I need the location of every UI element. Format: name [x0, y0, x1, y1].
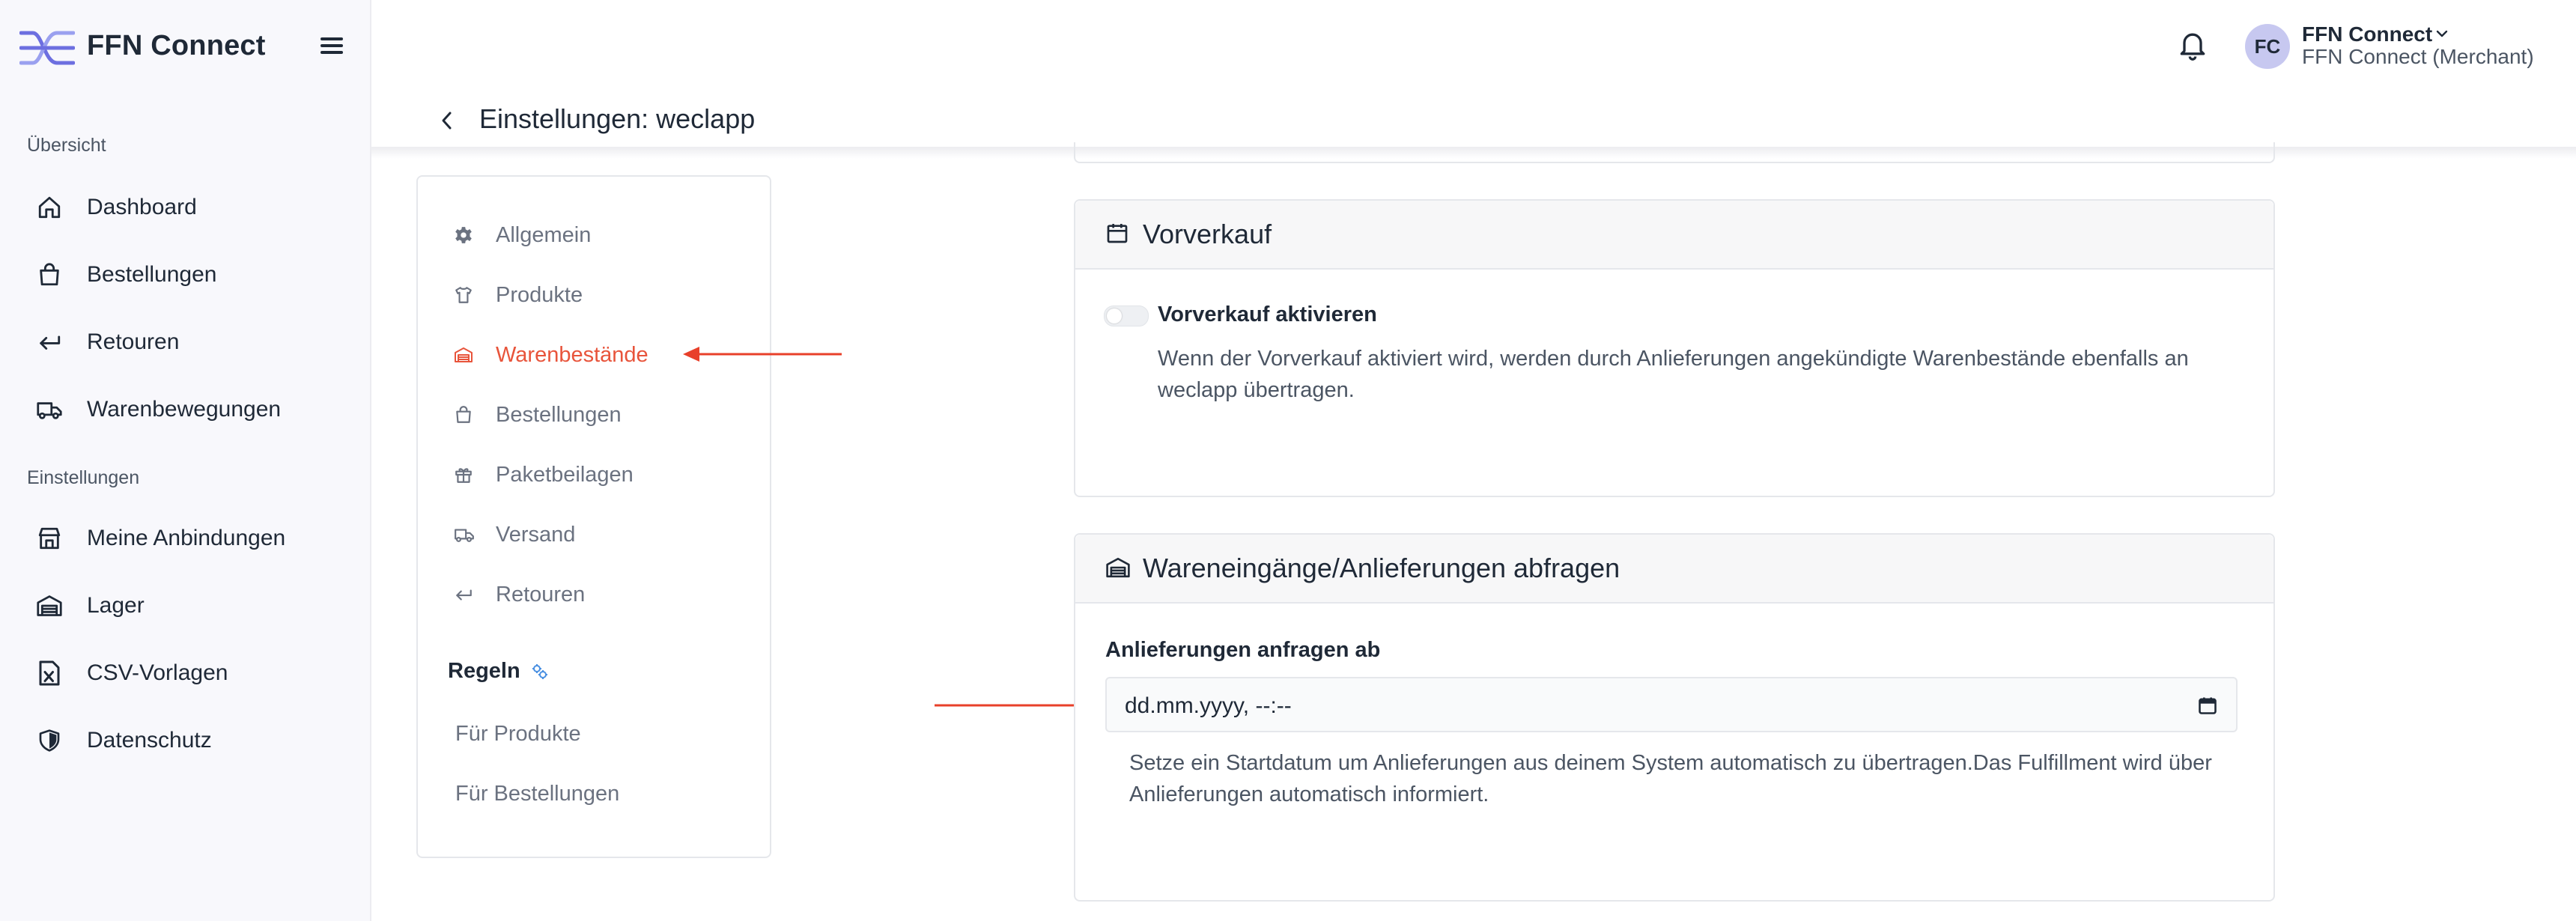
- sidebar-item-dashboard[interactable]: Dashboard: [27, 181, 349, 234]
- account-name[interactable]: FFN Connect: [2302, 22, 2432, 46]
- presale-description-line-2: weclapp übertragen.: [1158, 378, 1355, 402]
- sidebar-item-label: CSV-Vorlagen: [87, 660, 228, 685]
- shopping-bag-icon: [34, 260, 64, 290]
- shield-icon: [34, 726, 64, 756]
- section-label-settings: Einstellungen: [27, 467, 140, 488]
- annotation-arrow-stock: [681, 343, 843, 365]
- previous-card-bottom: [1074, 142, 2275, 163]
- shirt-icon: [454, 285, 476, 305]
- sidebar-item-goods-movements[interactable]: Warenbewegungen: [27, 383, 349, 436]
- sidebar: FFN Connect Übersicht Dashboard Bestellu…: [0, 0, 371, 921]
- settings-menu-label: Allgemein: [496, 222, 592, 247]
- settings-menu-label: Warenbestände: [496, 342, 648, 367]
- presale-toggle[interactable]: [1104, 306, 1149, 326]
- warehouse-icon: [454, 345, 476, 365]
- date-time-placeholder: dd.mm.yyyy, --:--: [1125, 693, 1292, 718]
- gear-icon: [454, 225, 476, 245]
- settings-menu-item-general[interactable]: Allgemein: [454, 213, 591, 258]
- presale-description-line-1: Wenn der Vorverkauf aktiviert wird, werd…: [1158, 347, 2189, 371]
- sidebar-item-label: Warenbewegungen: [87, 397, 282, 422]
- sidebar-item-label: Datenschutz: [87, 728, 212, 753]
- sidebar-item-label: Retouren: [87, 329, 180, 354]
- date-field-label: Anlieferungen anfragen ab: [1105, 638, 1381, 662]
- settings-menu-item-package-inserts[interactable]: Paketbeilagen: [454, 452, 634, 497]
- section-label-overview: Übersicht: [27, 135, 106, 156]
- presale-card-title: Vorverkauf: [1143, 219, 1272, 249]
- warehouse-icon: [34, 591, 64, 621]
- settings-menu-item-returns[interactable]: Retouren: [454, 572, 585, 617]
- account-role: FFN Connect (Merchant): [2302, 45, 2534, 68]
- date-help-line-2: Anlieferungen automatisch informiert.: [1129, 782, 1489, 806]
- home-icon: [34, 192, 64, 222]
- settings-menu-item-stock[interactable]: Warenbestände: [454, 332, 648, 377]
- store-icon: [34, 523, 64, 553]
- sidebar-item-returns[interactable]: Retouren: [27, 316, 349, 368]
- sidebar-item-label: Bestellungen: [87, 262, 217, 287]
- rules-item-products[interactable]: Für Produkte: [455, 722, 581, 747]
- sidebar-item-label: Dashboard: [87, 195, 197, 219]
- sidebar-item-warehouse[interactable]: Lager: [27, 580, 349, 632]
- csv-file-icon: [34, 658, 64, 688]
- menu-toggle-icon[interactable]: [318, 33, 346, 58]
- brand-name: FFN Connect: [87, 30, 266, 61]
- rules-item-orders[interactable]: Für Bestellungen: [455, 782, 619, 806]
- sidebar-item-orders[interactable]: Bestellungen: [27, 249, 349, 301]
- settings-menu-label: Produkte: [496, 282, 583, 307]
- gift-icon: [454, 465, 476, 484]
- settings-menu-label: Paketbeilagen: [496, 462, 634, 487]
- sidebar-item-my-connections[interactable]: Meine Anbindungen: [27, 512, 349, 565]
- chevron-down-icon[interactable]: [2435, 28, 2449, 39]
- settings-menu-label: Versand: [496, 522, 576, 547]
- notifications-bell-icon[interactable]: [2176, 27, 2209, 61]
- shopping-bag-icon: [454, 405, 476, 425]
- truck-icon: [454, 525, 476, 544]
- sidebar-item-privacy[interactable]: Datenschutz: [27, 714, 349, 767]
- return-arrow-icon: [454, 585, 476, 604]
- sidebar-item-label: Meine Anbindungen: [87, 526, 286, 550]
- sidebar-item-label: Lager: [87, 593, 145, 618]
- date-help-line-1: Setze ein Startdatum um Anlieferungen au…: [1129, 751, 2212, 775]
- presale-toggle-label: Vorverkauf aktivieren: [1158, 303, 1377, 326]
- return-arrow-icon: [34, 327, 64, 357]
- rules-gears-icon: [530, 662, 550, 681]
- calendar-picker-icon[interactable]: [2197, 695, 2218, 716]
- page-title: Einstellungen: weclapp: [479, 103, 756, 134]
- ffn-logo-icon[interactable]: [19, 27, 75, 69]
- calendar-icon: [1105, 220, 1129, 246]
- inbound-card-title: Wareneingänge/Anlieferungen abfragen: [1143, 553, 1620, 583]
- truck-icon: [34, 395, 64, 425]
- back-chevron-icon[interactable]: [437, 109, 457, 132]
- settings-menu-item-orders[interactable]: Bestellungen: [454, 392, 622, 437]
- settings-menu-item-products[interactable]: Produkte: [454, 273, 583, 317]
- date-time-input[interactable]: dd.mm.yyyy, --:--: [1105, 677, 2238, 732]
- settings-menu-item-shipping[interactable]: Versand: [454, 512, 575, 557]
- rules-heading: Regeln: [448, 659, 520, 683]
- sidebar-item-csv-templates[interactable]: CSV-Vorlagen: [27, 647, 349, 699]
- settings-menu-label: Retouren: [496, 582, 586, 607]
- avatar[interactable]: FC: [2245, 24, 2290, 69]
- warehouse-icon: [1105, 556, 1131, 580]
- settings-menu-label: Bestellungen: [496, 402, 622, 427]
